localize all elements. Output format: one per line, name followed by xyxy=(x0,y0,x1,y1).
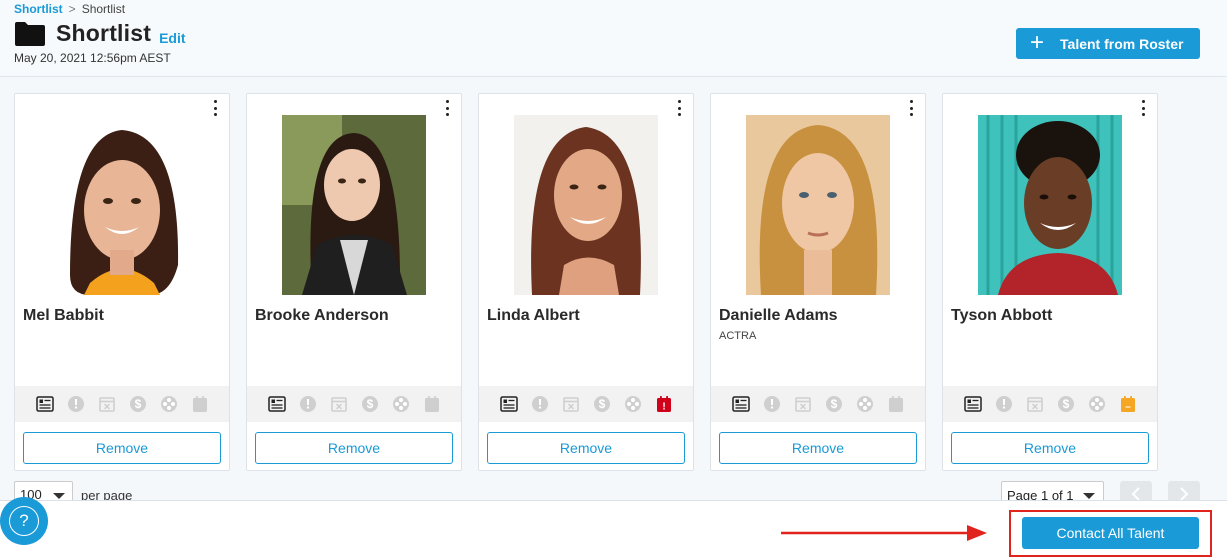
dollar-icon[interactable]: $ xyxy=(593,395,611,413)
breadcrumb: Shortlist > Shortlist xyxy=(14,2,125,16)
breadcrumb-link-shortlist[interactable]: Shortlist xyxy=(14,2,63,16)
talent-name[interactable]: Mel Babbit xyxy=(23,307,104,325)
breadcrumb-separator: > xyxy=(68,2,76,16)
talent-card-grid: Mel Babbit $ Remove Brooke Anderson $ Re… xyxy=(14,93,1158,471)
status-icon-strip: $ xyxy=(15,386,229,422)
talent-name[interactable]: Linda Albert xyxy=(487,307,580,325)
talent-photo[interactable] xyxy=(50,115,194,295)
page-title: Shortlist xyxy=(56,20,152,46)
status-icon-strip: $ xyxy=(247,386,461,422)
dollar-icon[interactable]: $ xyxy=(361,395,379,413)
calendar-x-icon[interactable] xyxy=(794,395,812,413)
help-button[interactable]: ? xyxy=(0,497,48,545)
status-icon-strip: $ xyxy=(711,386,925,422)
calendar-x-icon[interactable] xyxy=(330,395,348,413)
breadcrumb-current: Shortlist xyxy=(81,2,126,16)
remove-button[interactable]: Remove xyxy=(951,432,1149,464)
svg-text:$: $ xyxy=(598,397,605,411)
talent-card: Linda Albert $ ! Remove xyxy=(478,93,694,471)
calendar-status-icon[interactable] xyxy=(191,395,209,413)
timestamp: May 20, 2021 12:56pm AEST xyxy=(14,51,171,65)
talent-card: Danielle Adams ACTRA $ Remove xyxy=(710,93,926,471)
talent-name[interactable]: Tyson Abbott xyxy=(951,307,1052,325)
add-talent-from-roster-button[interactable]: + Talent from Roster xyxy=(1016,28,1200,59)
card-menu-icon[interactable] xyxy=(210,100,220,116)
talent-name[interactable]: Brooke Anderson xyxy=(255,307,389,325)
svg-text:$: $ xyxy=(1062,397,1069,411)
help-icon: ? xyxy=(9,506,39,536)
remove-button[interactable]: Remove xyxy=(255,432,453,464)
card-menu-icon[interactable] xyxy=(674,100,684,116)
resume-icon[interactable] xyxy=(731,395,750,413)
svg-text:$: $ xyxy=(830,397,837,411)
alert-icon[interactable] xyxy=(531,395,549,413)
chevron-left-icon xyxy=(1131,487,1140,501)
plus-icon: + xyxy=(1030,28,1045,56)
edit-title-link[interactable]: Edit xyxy=(159,30,185,46)
talent-photo[interactable] xyxy=(282,115,426,295)
svg-text:$: $ xyxy=(134,397,141,411)
resume-icon[interactable] xyxy=(963,395,982,413)
page-header: Shortlist > Shortlist Shortlist Edit May… xyxy=(0,0,1227,77)
dollar-icon[interactable]: $ xyxy=(825,395,843,413)
remove-button[interactable]: Remove xyxy=(487,432,685,464)
resume-icon[interactable] xyxy=(35,395,54,413)
talent-name[interactable]: Danielle Adams xyxy=(719,307,838,325)
alert-icon[interactable] xyxy=(67,395,85,413)
card-menu-icon[interactable] xyxy=(1138,100,1148,116)
roster-button-label: Talent from Roster xyxy=(1060,35,1184,52)
card-menu-icon[interactable] xyxy=(906,100,916,116)
alert-icon[interactable] xyxy=(763,395,781,413)
remove-button[interactable]: Remove xyxy=(23,432,221,464)
chevron-down-icon xyxy=(1083,493,1095,499)
film-reel-icon[interactable] xyxy=(160,395,178,413)
calendar-status-icon[interactable]: ! xyxy=(655,395,673,413)
contact-all-talent-button[interactable]: Contact All Talent xyxy=(1022,517,1199,549)
remove-button[interactable]: Remove xyxy=(719,432,917,464)
dollar-icon[interactable]: $ xyxy=(129,395,147,413)
dollar-icon[interactable]: $ xyxy=(1057,395,1075,413)
calendar-x-icon[interactable] xyxy=(98,395,116,413)
chevron-right-icon xyxy=(1180,487,1189,501)
film-reel-icon[interactable] xyxy=(1088,395,1106,413)
svg-text:$: $ xyxy=(366,397,373,411)
talent-card: Mel Babbit $ Remove xyxy=(14,93,230,471)
film-reel-icon[interactable] xyxy=(392,395,410,413)
status-icon-strip: $ ! xyxy=(479,386,693,422)
calendar-status-icon[interactable] xyxy=(887,395,905,413)
folder-icon xyxy=(14,21,46,47)
film-reel-icon[interactable] xyxy=(856,395,874,413)
calendar-status-icon[interactable]: – xyxy=(1119,395,1137,413)
annotation-arrow xyxy=(781,525,987,541)
alert-icon[interactable] xyxy=(995,395,1013,413)
talent-photo[interactable] xyxy=(746,115,890,295)
alert-icon[interactable] xyxy=(299,395,317,413)
talent-card: Brooke Anderson $ Remove xyxy=(246,93,462,471)
calendar-status-icon[interactable] xyxy=(423,395,441,413)
talent-union: ACTRA xyxy=(719,330,757,342)
talent-card: Tyson Abbott $ – Remove xyxy=(942,93,1158,471)
calendar-x-icon[interactable] xyxy=(562,395,580,413)
resume-icon[interactable] xyxy=(499,395,518,413)
calendar-x-icon[interactable] xyxy=(1026,395,1044,413)
talent-photo[interactable] xyxy=(514,115,658,295)
status-icon-strip: $ – xyxy=(943,386,1157,422)
card-menu-icon[interactable] xyxy=(442,100,452,116)
svg-text:!: ! xyxy=(662,402,665,413)
resume-icon[interactable] xyxy=(267,395,286,413)
chevron-down-icon xyxy=(53,493,65,499)
talent-photo[interactable] xyxy=(978,115,1122,295)
film-reel-icon[interactable] xyxy=(624,395,642,413)
svg-text:–: – xyxy=(1125,402,1131,413)
